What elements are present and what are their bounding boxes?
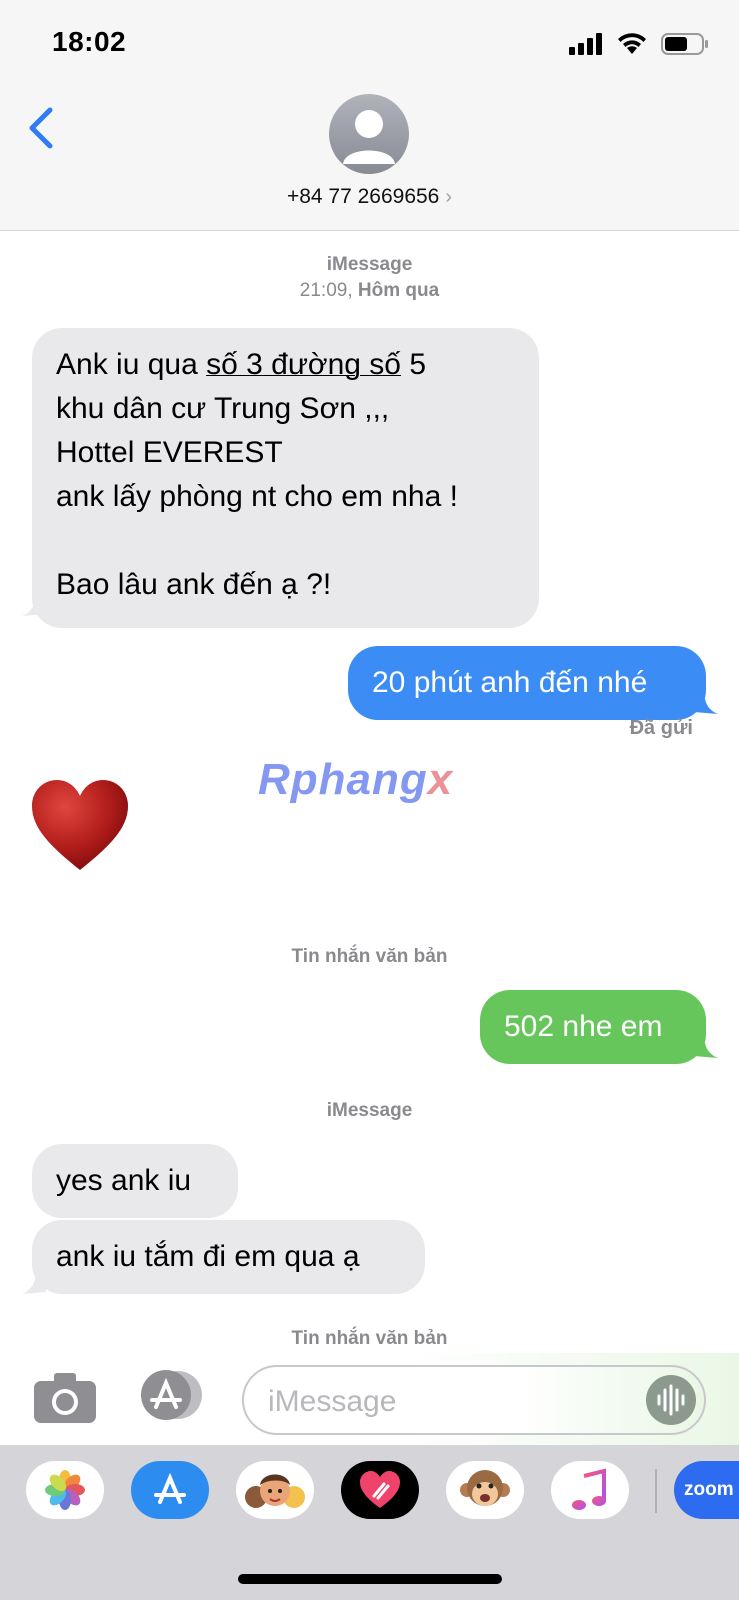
message-input[interactable]: iMessage (242, 1365, 706, 1435)
status-bar: 18:02 (0, 0, 739, 90)
music-icon (572, 1468, 606, 1510)
animoji-icon (460, 1470, 510, 1506)
timestamp-day: Hôm qua (357, 280, 440, 301)
message-text: 20 phút anh đến nhé (372, 666, 648, 699)
status-icons (569, 32, 709, 56)
digital-touch-button[interactable] (341, 1461, 419, 1519)
drawer-divider (655, 1469, 657, 1513)
message-bubble-outgoing[interactable]: 20 phút anh đến nhé (348, 646, 706, 720)
delivered-status: Đã gửi (629, 717, 693, 739)
digital-touch-icon (360, 1471, 400, 1508)
message-text: yes ank iu (56, 1164, 192, 1197)
message-text: 502 nhe em (504, 1010, 663, 1043)
camera-icon[interactable] (34, 1373, 96, 1423)
zoom-app-button[interactable]: zoom (674, 1461, 739, 1519)
compose-bar: iMessage (0, 1325, 739, 1445)
cellular-signal-icon (569, 33, 602, 55)
conversation-header: +84 77 2669656 › (0, 90, 739, 231)
contact-avatar[interactable] (329, 94, 409, 174)
person-icon (343, 110, 395, 164)
app-store-icon[interactable] (138, 1369, 208, 1421)
timestamp: 21:09, Hôm qua (0, 280, 739, 302)
photos-app-button[interactable] (26, 1461, 104, 1519)
watermark: Rphangx (258, 755, 453, 805)
message-bubble-incoming[interactable]: Ank iu qua số 3 đường số 5 khu dân cư Tr… (32, 328, 539, 628)
message-text: ank iu tắm đi em qua ạ (56, 1240, 360, 1273)
music-app-button[interactable] (551, 1461, 629, 1519)
message-bubble-incoming[interactable]: ank iu tắm đi em qua ạ (32, 1220, 425, 1294)
wifi-icon (618, 33, 646, 54)
watermark-text: x (427, 755, 454, 804)
memoji-icon (245, 1474, 305, 1508)
chevron-right-icon: › (445, 186, 453, 208)
chevron-left-icon (29, 107, 53, 149)
zoom-icon: zoom (684, 1479, 734, 1500)
heart-emoji-icon[interactable] (30, 780, 130, 872)
timestamp-time: 21:09, (299, 280, 353, 301)
contact-phone-number: +84 77 2669656 (286, 185, 440, 208)
service-label: Tin nhắn văn bản (291, 946, 448, 967)
message-line: khu dân cư Trung Sơn ,,, (56, 392, 390, 425)
service-label: iMessage (326, 254, 413, 275)
contact-name-row[interactable]: +84 77 2669656 › (0, 185, 739, 209)
battery-icon (661, 33, 708, 55)
animoji-app-button[interactable] (446, 1461, 524, 1519)
waveform-icon (657, 1384, 685, 1416)
message-text: Ank iu qua (56, 348, 207, 381)
back-button[interactable] (24, 104, 64, 154)
address-link[interactable]: số 3 đường số (206, 348, 401, 381)
message-input-placeholder: iMessage (268, 1385, 397, 1418)
app-store-drawer-button[interactable] (131, 1461, 209, 1519)
message-line: Hottel EVEREST (56, 436, 283, 469)
photos-icon (45, 1470, 85, 1510)
app-store-icon (154, 1472, 186, 1504)
watermark-text: Rphang (258, 755, 428, 804)
memoji-app-button[interactable] (236, 1461, 314, 1519)
service-label: iMessage (326, 1100, 413, 1121)
message-text: 5 (400, 348, 427, 381)
message-line: ank lấy phòng nt cho em nha ! (56, 480, 458, 513)
audio-message-button[interactable] (646, 1375, 696, 1425)
message-bubble-outgoing[interactable]: 502 nhe em (480, 990, 706, 1064)
message-line: Bao lâu ank đến ạ ?! (56, 568, 332, 601)
message-line: Ank iu qua số 3 đường số 5 (56, 343, 515, 387)
status-time: 18:02 (52, 26, 127, 57)
message-bubble-incoming[interactable]: yes ank iu (32, 1144, 238, 1218)
home-indicator[interactable] (238, 1574, 502, 1584)
